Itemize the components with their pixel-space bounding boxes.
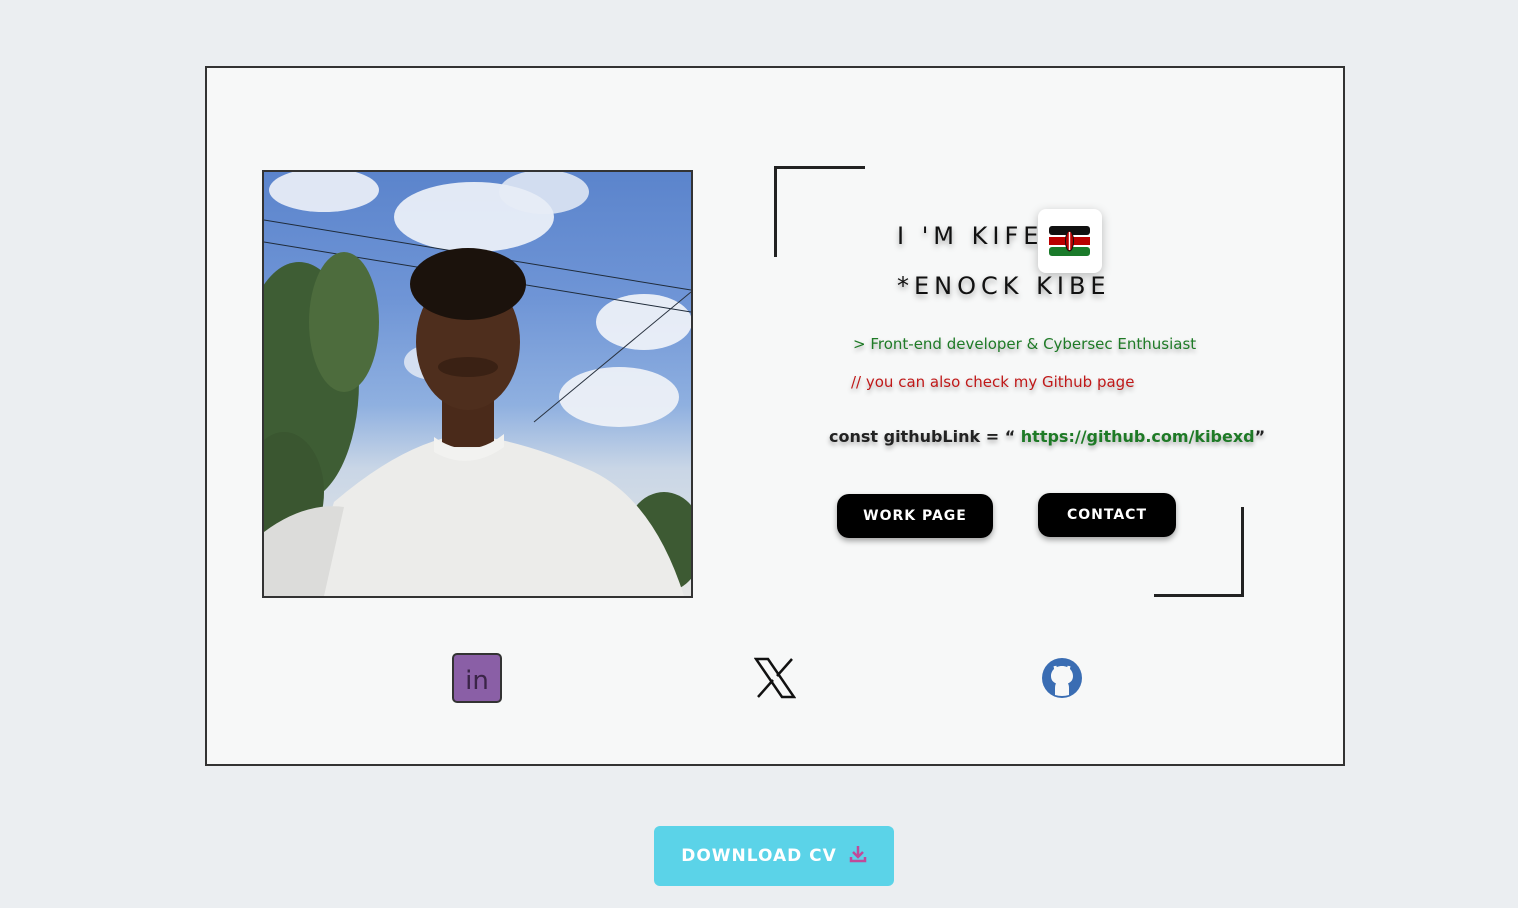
- github-icon[interactable]: [1037, 653, 1087, 703]
- name-heading: *ENOCK KIBE: [897, 272, 1111, 300]
- profile-card: I 'M KIFE *ENOCK KIBE > Front-end develo…: [205, 66, 1345, 766]
- tagline: > Front-end developer & Cybersec Enthusi…: [853, 335, 1197, 353]
- corner-decoration-top-left: [774, 166, 865, 257]
- github-comment: // you can also check my Github page: [851, 373, 1135, 391]
- greeting-heading: I 'M KIFE: [897, 222, 1044, 250]
- x-icon[interactable]: [750, 653, 800, 703]
- code-prefix: const githubLink = “: [829, 427, 1016, 446]
- download-cv-button[interactable]: DOWNLOAD CV: [654, 826, 894, 886]
- work-page-button[interactable]: WORK PAGE: [837, 494, 993, 538]
- github-link[interactable]: https://github.com/kibexd: [1021, 427, 1255, 446]
- profile-photo: [262, 170, 693, 598]
- contact-button[interactable]: CONTACT: [1038, 493, 1176, 537]
- download-cv-label: DOWNLOAD CV: [681, 846, 837, 866]
- download-icon: [849, 845, 867, 868]
- linkedin-icon[interactable]: in: [452, 653, 502, 703]
- kenya-flag-icon: [1038, 209, 1102, 273]
- code-suffix: ”: [1254, 427, 1266, 446]
- github-code-line: const githubLink = “ https://github.com/…: [829, 427, 1265, 446]
- svg-text:in: in: [465, 666, 489, 696]
